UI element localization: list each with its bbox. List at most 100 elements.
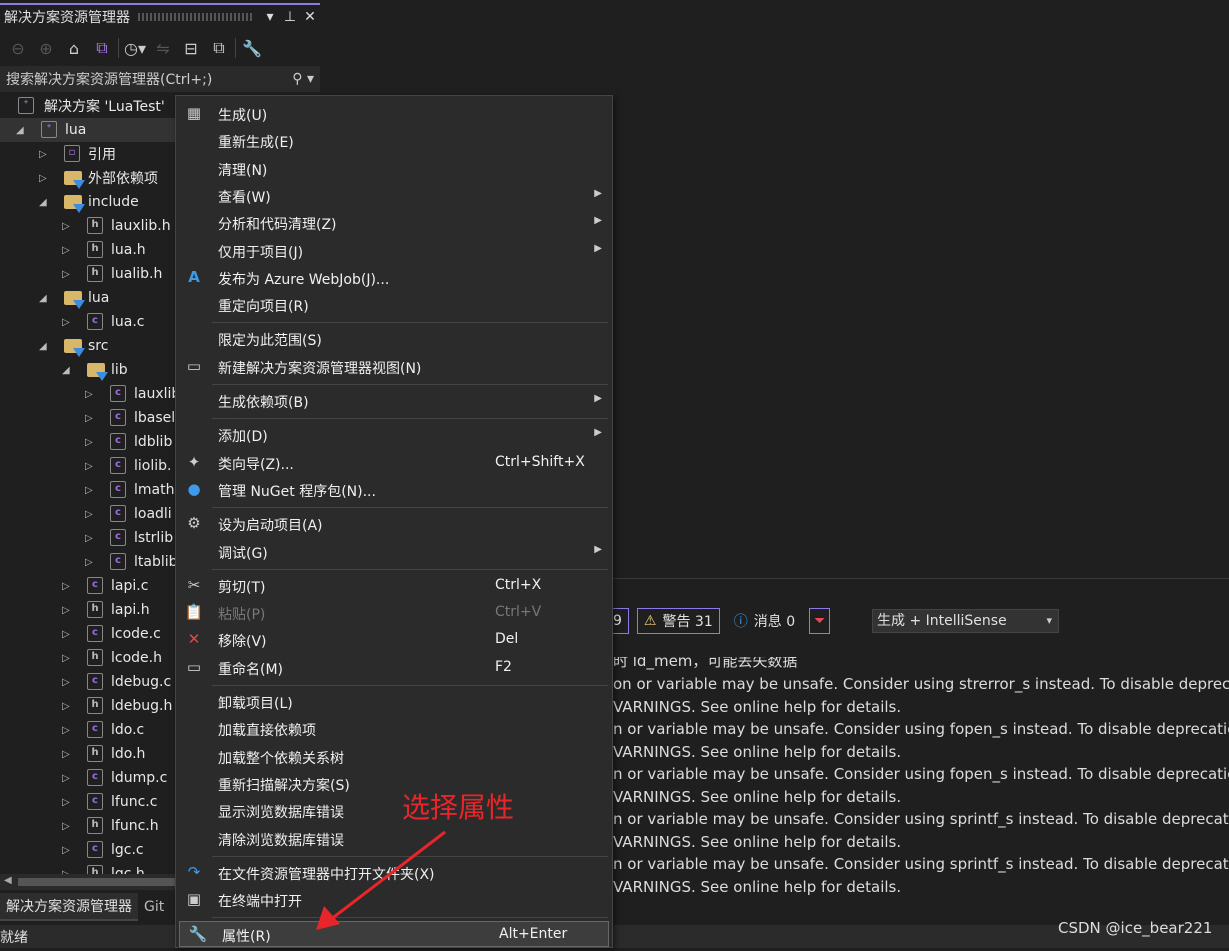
- expand-icon[interactable]: ▷: [85, 389, 97, 400]
- back-icon[interactable]: ⊖: [6, 39, 30, 58]
- expand-icon[interactable]: ▷: [39, 149, 51, 160]
- menu-item[interactable]: 🔧 属性(R) Alt+Enter: [179, 921, 609, 948]
- menu-item[interactable]: 添加(D) ▶: [176, 422, 612, 448]
- menu-item[interactable]: 调试(G) ▶: [176, 539, 612, 565]
- expand-icon[interactable]: ▷: [62, 269, 74, 280]
- menu-item[interactable]: ▦ 生成(U): [176, 101, 612, 127]
- error-message-line[interactable]: on or variable may be unsafe. Consider u…: [613, 673, 1229, 696]
- collapse-all-icon[interactable]: ⊟: [179, 39, 203, 58]
- menu-item[interactable]: 查看(W) ▶: [176, 183, 612, 209]
- menu-item[interactable]: ✦ 类向导(Z)... Ctrl+Shift+X: [176, 450, 612, 476]
- expand-icon[interactable]: ▷: [39, 173, 51, 184]
- menu-item[interactable]: ▭ 新建解决方案资源管理器视图(N): [176, 354, 612, 380]
- menu-item[interactable]: ✂ 剪切(T) Ctrl+X: [176, 573, 612, 599]
- expand-icon[interactable]: ▷: [85, 437, 97, 448]
- expand-icon[interactable]: ▷: [62, 725, 74, 736]
- panel-title: 解决方案资源管理器: [4, 10, 130, 26]
- messages-filter-button[interactable]: ⓘ 消息 0: [728, 611, 801, 631]
- search-input[interactable]: 搜索解决方案资源管理器(Ctrl+;) ⚲ ▾: [0, 66, 320, 92]
- menu-item[interactable]: 分析和代码清理(Z) ▶: [176, 210, 612, 236]
- error-message-line[interactable]: VARNINGS. See online help for details.: [613, 876, 1229, 899]
- menu-item[interactable]: 加载整个依赖关系树: [176, 744, 612, 770]
- sync-icon[interactable]: ⇋: [151, 39, 175, 58]
- expand-icon[interactable]: ▷: [62, 317, 74, 328]
- tab-git[interactable]: Git: [138, 896, 170, 918]
- pin-icon[interactable]: ⊥: [280, 9, 300, 25]
- expanded-icon[interactable]: ◢: [39, 293, 51, 304]
- expand-icon[interactable]: ▷: [62, 701, 74, 712]
- expand-icon[interactable]: ▷: [85, 509, 97, 520]
- menu-item[interactable]: 重新扫描解决方案(S): [176, 771, 612, 797]
- warnings-filter-button[interactable]: ⚠ 警告 31: [636, 608, 720, 634]
- error-list-panel: 9 ⚠ 警告 31 ⓘ 消息 0 ⏷ 生成 + IntelliSense 时 ld_…: [613, 578, 1229, 896]
- expand-icon[interactable]: ▷: [62, 677, 74, 688]
- menu-item[interactable]: ↷ 在文件资源管理器中打开文件夹(X): [176, 860, 612, 886]
- menu-item[interactable]: 卸载项目(L): [176, 689, 612, 715]
- menu-item[interactable]: 清除浏览数据库错误: [176, 826, 612, 852]
- dropdown-icon[interactable]: ▾: [260, 9, 280, 25]
- errors-filter-button[interactable]: 9: [613, 608, 629, 634]
- menu-item[interactable]: 加载直接依赖项: [176, 716, 612, 742]
- expand-icon[interactable]: ▷: [62, 773, 74, 784]
- info-icon: ⓘ: [733, 614, 748, 630]
- pending-changes-filter-icon[interactable]: ◷▾: [123, 39, 147, 58]
- expand-icon[interactable]: ▷: [62, 245, 74, 256]
- search-icon[interactable]: ⚲ ▾: [292, 71, 314, 87]
- submenu-arrow-icon: ▶: [594, 215, 602, 227]
- error-message-line[interactable]: n or variable may be unsafe. Consider us…: [613, 763, 1229, 786]
- expand-icon[interactable]: ▷: [85, 461, 97, 472]
- error-message-line[interactable]: VARNINGS. See online help for details.: [613, 786, 1229, 809]
- expand-icon[interactable]: ▷: [62, 605, 74, 616]
- menu-item[interactable]: 限定为此范围(S): [176, 326, 612, 352]
- expand-icon[interactable]: ▷: [85, 533, 97, 544]
- expand-icon[interactable]: ▷: [85, 485, 97, 496]
- error-message-line[interactable]: VARNINGS. See online help for details.: [613, 696, 1229, 719]
- expand-icon[interactable]: ▷: [62, 581, 74, 592]
- drag-grip[interactable]: [138, 13, 252, 21]
- menu-item[interactable]: 重定向项目(R): [176, 292, 612, 318]
- menu-item[interactable]: 重新生成(E): [176, 128, 612, 154]
- expanded-icon[interactable]: ◢: [39, 197, 51, 208]
- forward-icon[interactable]: ⊕: [34, 39, 58, 58]
- scope-dropdown[interactable]: 生成 + IntelliSense: [872, 609, 1059, 633]
- filter-button[interactable]: ⏷: [809, 608, 831, 634]
- error-message-line[interactable]: VARNINGS. See online help for details.: [613, 831, 1229, 854]
- menu-item[interactable]: 生成依赖项(B) ▶: [176, 388, 612, 414]
- menu-item[interactable]: 仅用于项目(J) ▶: [176, 238, 612, 264]
- expand-icon[interactable]: ▷: [62, 845, 74, 856]
- expand-icon[interactable]: ▷: [62, 653, 74, 664]
- menu-item[interactable]: 显示浏览数据库错误: [176, 798, 612, 824]
- wrench-icon[interactable]: 🔧: [240, 39, 264, 58]
- menu-item[interactable]: 清理(N): [176, 156, 612, 182]
- expanded-icon[interactable]: ◢: [16, 125, 28, 136]
- home-icon[interactable]: ⌂: [62, 39, 86, 58]
- expanded-icon[interactable]: ◢: [39, 341, 51, 352]
- menu-item[interactable]: ● 管理 NuGet 程序包(N)...: [176, 477, 612, 503]
- error-message-line[interactable]: n or variable may be unsafe. Consider us…: [613, 853, 1229, 876]
- expand-icon[interactable]: ▷: [62, 797, 74, 808]
- tree-item-label: lua: [88, 290, 110, 306]
- error-message-line[interactable]: n or variable may be unsafe. Consider us…: [613, 718, 1229, 741]
- expand-icon[interactable]: ▷: [62, 821, 74, 832]
- menu-item[interactable]: 📋 粘贴(P) Ctrl+V: [176, 600, 612, 626]
- close-icon[interactable]: ✕: [300, 9, 320, 25]
- menu-item[interactable]: ▣ 在终端中打开: [176, 887, 612, 913]
- show-all-files-icon[interactable]: ⧉: [207, 38, 231, 58]
- expand-icon[interactable]: ▷: [62, 221, 74, 232]
- menu-item[interactable]: A 发布为 Azure WebJob(J)...: [176, 265, 612, 291]
- scroll-left-icon[interactable]: ◀: [4, 875, 12, 886]
- switch-view-icon[interactable]: ⧉: [90, 38, 114, 58]
- expand-icon[interactable]: ▷: [62, 629, 74, 640]
- expanded-icon[interactable]: ◢: [62, 365, 74, 376]
- expand-icon[interactable]: ▷: [85, 557, 97, 568]
- expand-icon[interactable]: ▷: [85, 413, 97, 424]
- menu-item[interactable]: ✕ 移除(V) Del: [176, 627, 612, 653]
- error-message-line[interactable]: 时 ld_mem，可能丢失数据: [613, 657, 1229, 673]
- menu-item[interactable]: ⚙ 设为启动项目(A): [176, 511, 612, 537]
- c-file-icon: c: [87, 721, 103, 738]
- error-message-line[interactable]: VARNINGS. See online help for details.: [613, 741, 1229, 764]
- menu-item[interactable]: ▭ 重命名(M) F2: [176, 655, 612, 681]
- expand-icon[interactable]: ▷: [62, 749, 74, 760]
- tab-solution-explorer[interactable]: 解决方案资源管理器: [0, 893, 138, 921]
- error-message-line[interactable]: n or variable may be unsafe. Consider us…: [613, 808, 1229, 831]
